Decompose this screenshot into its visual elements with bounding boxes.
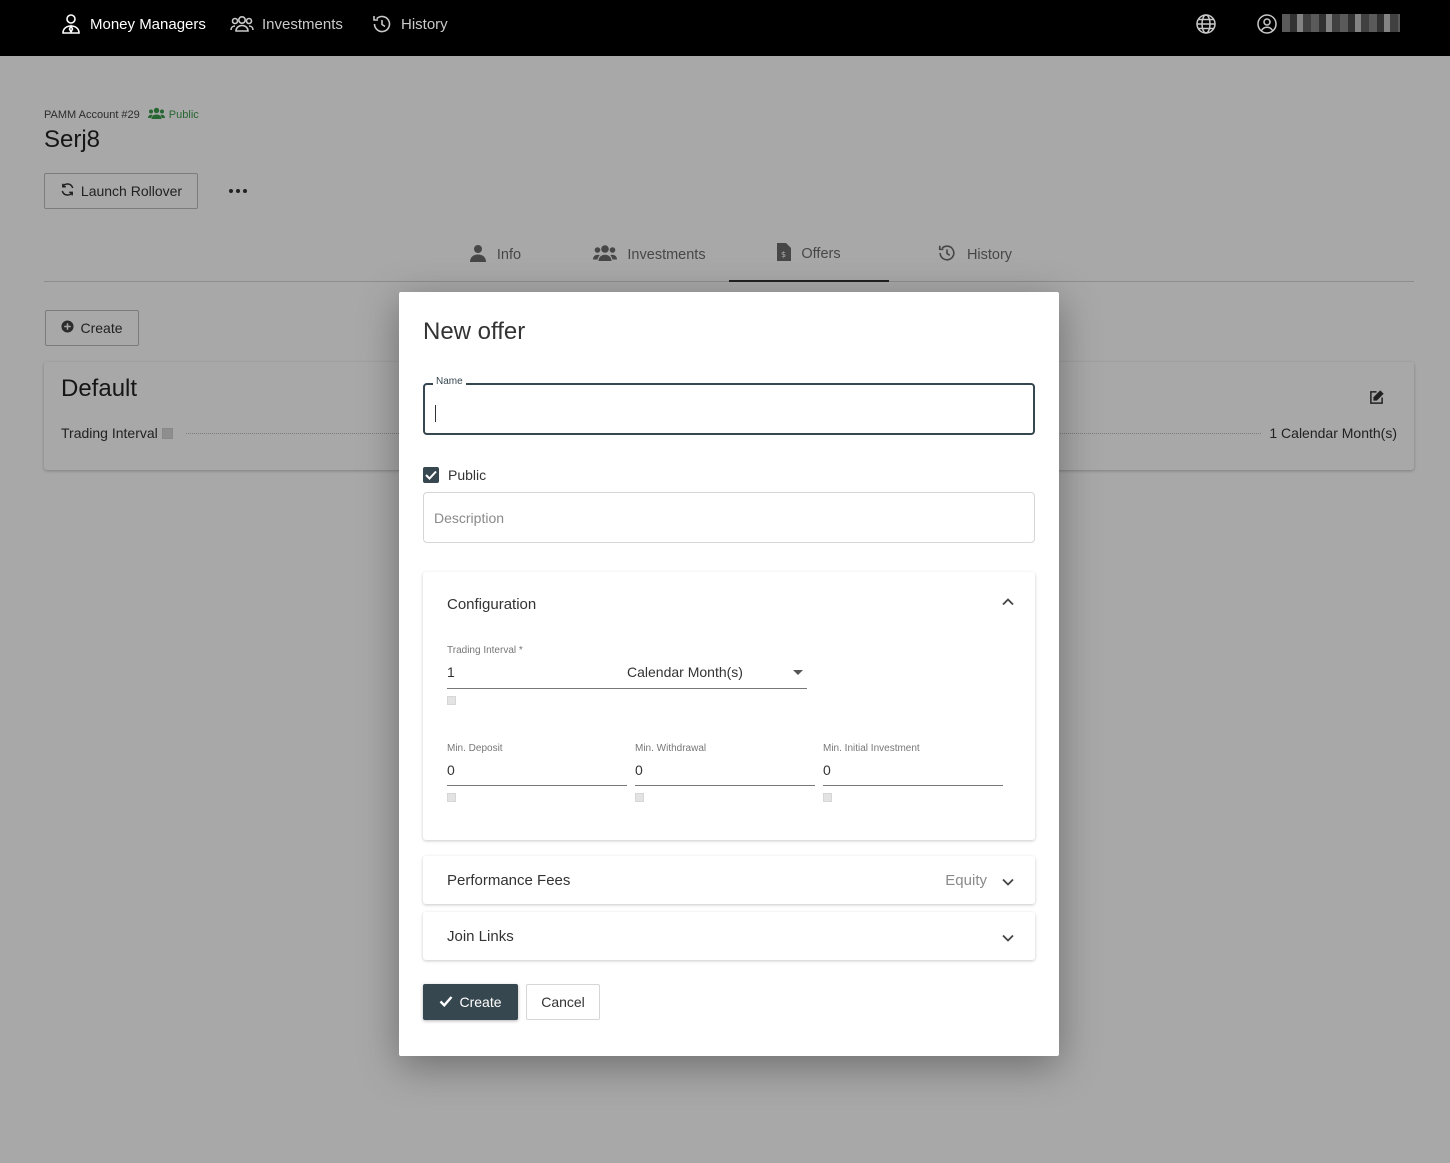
public-checkbox-row[interactable]: Public (423, 467, 486, 483)
performance-fees-header[interactable]: Performance Fees (447, 872, 570, 889)
min-deposit-input[interactable]: 0 (447, 762, 455, 778)
name-field: Name (423, 376, 1035, 435)
public-checkbox[interactable] (423, 467, 439, 483)
min-deposit-label: Min. Deposit (447, 743, 503, 754)
info-icon[interactable] (447, 793, 456, 802)
trading-interval-label: Trading Interval * (447, 645, 523, 656)
info-icon[interactable] (447, 696, 456, 705)
public-label: Public (448, 467, 487, 483)
user-tie-icon (60, 13, 82, 35)
min-initial-investment-input[interactable]: 0 (823, 762, 831, 778)
min-initial-investment-underline (823, 785, 1003, 786)
chevron-up-icon[interactable] (1001, 595, 1015, 609)
description-input[interactable] (434, 507, 1024, 529)
create-button[interactable]: Create (423, 984, 518, 1020)
min-withdrawal-input[interactable]: 0 (635, 762, 643, 778)
users-icon (230, 13, 254, 35)
nav-money-managers-label: Money Managers (90, 15, 206, 33)
info-icon[interactable] (635, 793, 644, 802)
user-name-redacted[interactable] (1282, 14, 1400, 32)
trading-interval-unit-select[interactable]: Calendar Month(s) (627, 664, 743, 680)
chevron-down-icon[interactable] (1001, 931, 1015, 945)
top-navbar: Money Managers Investments History (0, 0, 1450, 56)
trading-interval-underline (447, 688, 807, 689)
caret-down-icon[interactable] (793, 670, 803, 675)
chevron-down-icon[interactable] (1001, 875, 1015, 889)
configuration-header[interactable]: Configuration (447, 596, 536, 613)
name-field-label: Name (433, 376, 466, 387)
join-links-panel[interactable]: Join Links (423, 912, 1035, 960)
min-withdrawal-underline (635, 785, 815, 786)
trading-interval-input[interactable]: 1 (447, 664, 455, 680)
create-button-label: Create (459, 994, 502, 1010)
name-input[interactable] (433, 397, 1023, 421)
min-withdrawal-label: Min. Withdrawal (635, 743, 707, 754)
nav-investments[interactable]: Investments (230, 0, 343, 48)
min-deposit-underline (447, 785, 627, 786)
min-initial-investment-label: Min. Initial Investment (823, 743, 920, 754)
history-icon (371, 13, 393, 35)
configuration-panel: Configuration Trading Interval * 1 Calen… (423, 572, 1035, 840)
description-field (423, 492, 1035, 543)
new-offer-dialog: New offer Name Public Configuration Trad… (399, 292, 1059, 1056)
globe-icon[interactable] (1195, 13, 1217, 35)
join-links-header[interactable]: Join Links (447, 928, 514, 945)
nav-money-managers[interactable]: Money Managers (60, 0, 206, 48)
text-caret (435, 405, 436, 422)
info-icon[interactable] (823, 793, 832, 802)
nav-history[interactable]: History (371, 0, 448, 48)
performance-fees-basis: Equity (945, 872, 987, 889)
user-circle-icon[interactable] (1256, 13, 1278, 35)
nav-history-label: History (401, 15, 448, 33)
cancel-button[interactable]: Cancel (526, 984, 600, 1020)
performance-fees-panel[interactable]: Performance Fees Equity (423, 856, 1035, 904)
nav-investments-label: Investments (262, 15, 343, 33)
dialog-title: New offer (423, 318, 526, 345)
check-icon (439, 994, 453, 1010)
